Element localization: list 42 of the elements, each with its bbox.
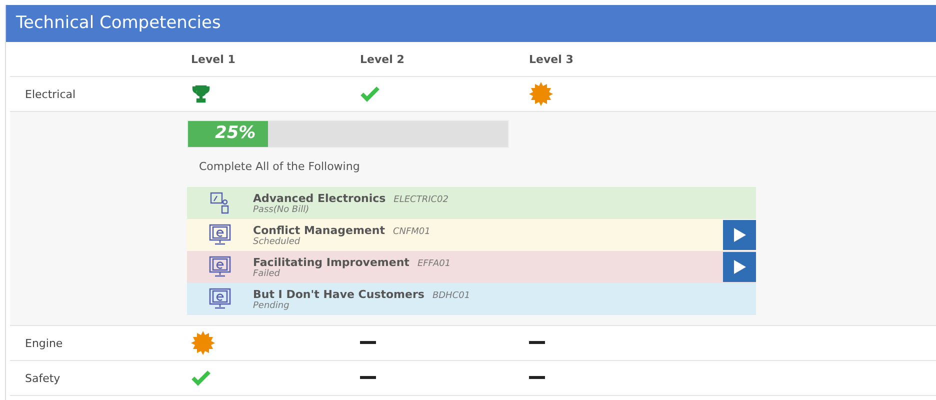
dash-icon — [360, 341, 376, 345]
check-icon — [191, 370, 211, 386]
row-label: Electrical — [25, 88, 76, 100]
course-row[interactable]: Conflict Management CNFM01 Scheduled — [187, 219, 756, 251]
course-status: Failed — [253, 268, 281, 278]
course-row[interactable]: Facilitating Improvement EFFA01 Failed — [187, 251, 756, 283]
course-title: Facilitating Improvement — [253, 256, 410, 268]
instruction-text: Complete All of the Following — [198, 159, 361, 175]
course-status: Pending — [253, 300, 290, 310]
dash-icon — [529, 341, 545, 345]
row-label: Engine — [25, 336, 63, 350]
course-status: Scheduled — [253, 236, 302, 246]
course-code: ELECTRIC02 — [394, 194, 448, 204]
course-row[interactable]: Advanced Electronics ELECTRIC02 Pass(No Bill) — [187, 187, 756, 219]
column-header: Level 2 — [360, 52, 404, 66]
badge-icon — [529, 82, 553, 106]
check-icon — [360, 86, 380, 102]
course-code: EFFA01 — [417, 258, 451, 268]
play-icon — [734, 260, 746, 274]
computer-icon — [209, 288, 231, 310]
progress-reading: 25% — [215, 123, 256, 143]
dash-icon — [360, 376, 376, 380]
dash-icon — [529, 376, 545, 380]
presenter-icon — [210, 192, 230, 214]
play-button[interactable] — [723, 252, 756, 282]
course-row[interactable]: But I Don't Have Customers BDHC01 Pending — [187, 283, 756, 315]
play-button[interactable] — [723, 220, 756, 250]
computer-icon — [209, 256, 231, 278]
course-status: Pass(No Bill) — [253, 204, 310, 214]
course-code: BDHC01 — [432, 290, 470, 300]
column-header: Level 1 — [191, 52, 236, 66]
course-title: Advanced Electronics — [253, 192, 386, 204]
panel-title: Technical Competencies — [6, 5, 936, 42]
row-label: Safety — [25, 372, 60, 384]
course-title: Conflict Management — [253, 224, 385, 236]
trophy-icon — [191, 84, 211, 104]
play-icon — [734, 228, 746, 242]
column-header: Level 3 — [529, 52, 574, 66]
badge-icon — [191, 331, 215, 355]
computer-icon — [209, 224, 231, 246]
course-code: CNFM01 — [392, 226, 430, 236]
course-title: But I Don't Have Customers — [253, 288, 424, 300]
